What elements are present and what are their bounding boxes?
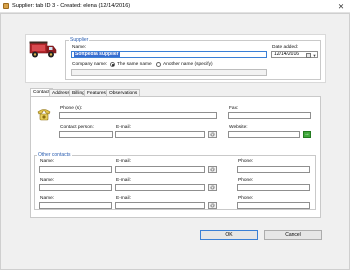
phone-input[interactable] bbox=[59, 112, 217, 119]
other-email-label-2: E-mail: bbox=[116, 178, 131, 183]
email-send-button[interactable]: @ bbox=[208, 131, 217, 138]
other-email-input-2[interactable] bbox=[115, 184, 205, 191]
app-icon bbox=[3, 3, 9, 9]
chevron-down-icon[interactable]: ▼ bbox=[312, 52, 317, 59]
other-email-input-3[interactable] bbox=[115, 202, 205, 209]
date-added-label: Date added: bbox=[272, 45, 299, 50]
contact-person-input[interactable] bbox=[59, 131, 113, 138]
delivery-truck-icon bbox=[29, 41, 57, 58]
email-label: E-mail: bbox=[116, 125, 131, 130]
other-email-send-button-2[interactable]: @ bbox=[208, 184, 217, 191]
telephone-icon bbox=[37, 109, 51, 121]
cancel-button[interactable]: Cancel bbox=[264, 230, 322, 240]
other-phone-label-1: Phone: bbox=[238, 159, 254, 164]
same-name-radio[interactable] bbox=[110, 62, 115, 67]
open-website-button[interactable]: → bbox=[303, 131, 311, 138]
email-input[interactable] bbox=[115, 131, 205, 138]
other-name-input-1[interactable] bbox=[39, 166, 112, 173]
close-icon[interactable]: ✕ bbox=[334, 1, 348, 12]
other-name-label-3: Name: bbox=[40, 196, 55, 201]
phone-label: Phone (s): bbox=[60, 106, 83, 111]
same-name-label: The same name bbox=[117, 62, 152, 67]
another-name-label: Another name (specify) bbox=[163, 62, 213, 67]
company-name-input[interactable] bbox=[71, 69, 267, 76]
other-name-input-3[interactable] bbox=[39, 202, 112, 209]
other-email-input-1[interactable] bbox=[115, 166, 205, 173]
another-name-radio[interactable] bbox=[156, 62, 161, 67]
other-contacts-legend: Other contacts bbox=[37, 152, 72, 158]
name-label: Name: bbox=[72, 45, 87, 50]
other-email-label-1: E-mail: bbox=[116, 159, 131, 164]
name-value: Softpedia supplier bbox=[74, 51, 120, 57]
other-name-label-2: Name: bbox=[40, 178, 55, 183]
ok-button[interactable]: OK bbox=[200, 230, 258, 240]
calendar-icon[interactable] bbox=[306, 53, 311, 58]
other-phone-input-2[interactable] bbox=[237, 184, 310, 191]
other-phone-input-3[interactable] bbox=[237, 202, 310, 209]
name-input[interactable]: Softpedia supplier bbox=[71, 51, 267, 58]
other-email-send-button-1[interactable]: @ bbox=[208, 166, 217, 173]
other-name-input-2[interactable] bbox=[39, 184, 112, 191]
other-email-label-3: E-mail: bbox=[116, 196, 131, 201]
other-phone-label-3: Phone: bbox=[238, 196, 254, 201]
window-title: Supplier: tab ID 3 - Created: elena (12/… bbox=[12, 3, 131, 9]
website-input[interactable] bbox=[228, 131, 300, 138]
website-label: Website: bbox=[229, 125, 248, 130]
fax-label: Fax: bbox=[229, 106, 239, 111]
other-email-send-button-3[interactable]: @ bbox=[208, 202, 217, 209]
other-name-label-1: Name: bbox=[40, 159, 55, 164]
other-phone-input-1[interactable] bbox=[237, 166, 310, 173]
supplier-legend: Supplier bbox=[69, 37, 90, 43]
company-name-label: Company name: bbox=[72, 62, 108, 67]
contact-person-label: Contact person: bbox=[60, 125, 94, 130]
fax-input[interactable] bbox=[228, 112, 311, 119]
other-phone-label-2: Phone: bbox=[238, 178, 254, 183]
